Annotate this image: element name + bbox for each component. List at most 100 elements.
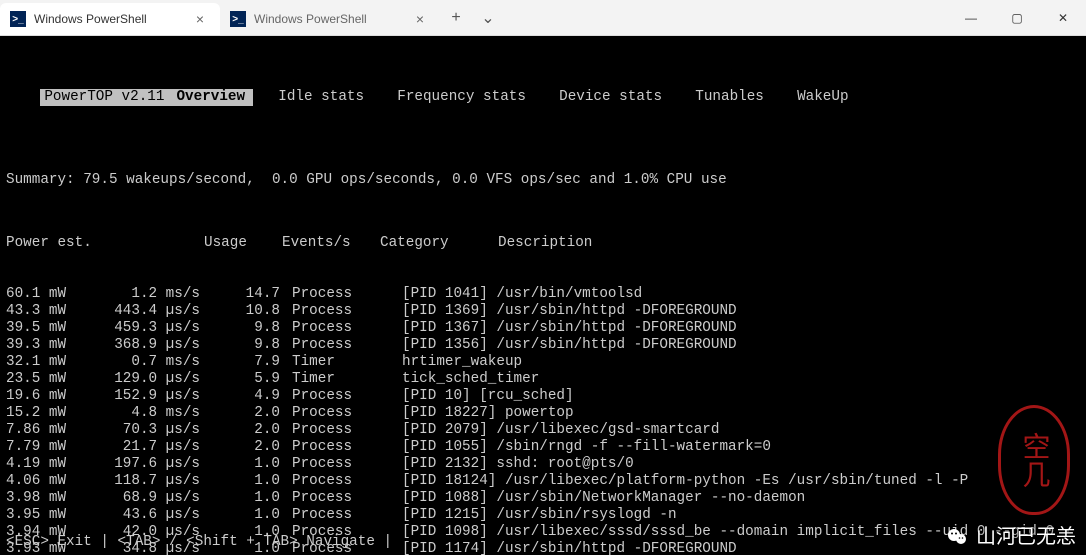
cell-description: [PID 18124] /usr/libexec/platform-python… xyxy=(398,473,1080,490)
cell-usage: 43.6 µs/s xyxy=(104,507,220,524)
cell-description: [PID 10] [rcu_sched] xyxy=(398,388,1080,405)
col-header-events: Events/s xyxy=(280,235,380,252)
menu-item-overview[interactable]: Overview xyxy=(168,89,253,106)
cell-category: Process xyxy=(280,320,398,337)
table-row: 15.2 mW4.8 ms/s2.0Process[PID 18227] pow… xyxy=(6,405,1080,422)
table-row: 4.19 mW197.6 µs/s1.0Process[PID 2132] ss… xyxy=(6,456,1080,473)
cell-category: Process xyxy=(280,456,398,473)
maximize-button[interactable]: ▢ xyxy=(994,0,1040,36)
table-row: 32.1 mW0.7 ms/s7.9Timerhrtimer_wakeup xyxy=(6,354,1080,371)
powershell-icon: >_ xyxy=(10,11,26,27)
cell-power: 43.3 mW xyxy=(6,303,104,320)
table-row: 60.1 mW1.2 ms/s14.7Process[PID 1041] /us… xyxy=(6,286,1080,303)
cell-description: tick_sched_timer xyxy=(398,371,1080,388)
cell-events: 7.9 xyxy=(220,354,280,371)
powershell-icon: >_ xyxy=(230,11,246,27)
footer-hint: <ESC> Exit | <TAB> / <Shift + TAB> Navig… xyxy=(6,534,392,551)
cell-power: 15.2 mW xyxy=(6,405,104,422)
cell-description: [PID 1088] /usr/sbin/NetworkManager --no… xyxy=(398,490,1080,507)
cell-description: [PID 1215] /usr/sbin/rsyslogd -n xyxy=(398,507,1080,524)
cell-power: 39.5 mW xyxy=(6,320,104,337)
window-controls: — ▢ ✕ xyxy=(948,0,1086,36)
cell-category: Process xyxy=(280,490,398,507)
table-row: 3.98 mW68.9 µs/s1.0Process[PID 1088] /us… xyxy=(6,490,1080,507)
table-row: 43.3 mW443.4 µs/s10.8Process[PID 1369] /… xyxy=(6,303,1080,320)
menu-item-tunables[interactable]: Tunables xyxy=(687,89,772,106)
menu-item-device-stats[interactable]: Device stats xyxy=(551,89,670,106)
cell-events: 1.0 xyxy=(220,473,280,490)
cell-usage: 129.0 µs/s xyxy=(104,371,220,388)
cell-description: [PID 1367] /usr/sbin/httpd -DFOREGROUND xyxy=(398,320,1080,337)
cell-description: [PID 1369] /usr/sbin/httpd -DFOREGROUND xyxy=(398,303,1080,320)
cell-usage: 70.3 µs/s xyxy=(104,422,220,439)
tab-close-icon[interactable]: × xyxy=(410,11,430,27)
cell-events: 2.0 xyxy=(220,405,280,422)
table-row: 3.95 mW43.6 µs/s1.0Process[PID 1215] /us… xyxy=(6,507,1080,524)
table-row: 39.3 mW368.9 µs/s9.8Process[PID 1356] /u… xyxy=(6,337,1080,354)
cell-power: 3.98 mW xyxy=(6,490,104,507)
cell-power: 3.95 mW xyxy=(6,507,104,524)
cell-power: 4.06 mW xyxy=(6,473,104,490)
cell-usage: 68.9 µs/s xyxy=(104,490,220,507)
cell-description: hrtimer_wakeup xyxy=(398,354,1080,371)
cell-events: 1.0 xyxy=(220,507,280,524)
tab-1[interactable]: >_Windows PowerShell× xyxy=(220,3,440,35)
cell-category: Process xyxy=(280,388,398,405)
wechat-icon xyxy=(946,525,970,549)
cell-power: 7.79 mW xyxy=(6,439,104,456)
cell-description: [PID 18227] powertop xyxy=(398,405,1080,422)
terminal-pane[interactable]: PowerTOP v2.11Overview Idle stats Freque… xyxy=(0,36,1086,555)
col-header-category: Category xyxy=(380,235,498,252)
new-tab-button[interactable]: + xyxy=(440,2,472,34)
powertop-version: PowerTOP v2.11 xyxy=(40,89,168,106)
cell-category: Timer xyxy=(280,371,398,388)
minimize-button[interactable]: — xyxy=(948,0,994,36)
cell-events: 5.9 xyxy=(220,371,280,388)
cell-description: [PID 2079] /usr/libexec/gsd-smartcard xyxy=(398,422,1080,439)
menu-item-idle-stats[interactable]: Idle stats xyxy=(270,89,372,106)
cell-description: [PID 2132] sshd: root@pts/0 xyxy=(398,456,1080,473)
cell-events: 4.9 xyxy=(220,388,280,405)
cell-power: 4.19 mW xyxy=(6,456,104,473)
cell-category: Process xyxy=(280,405,398,422)
cell-power: 23.5 mW xyxy=(6,371,104,388)
cell-description: [PID 1055] /sbin/rngd -f --fill-watermar… xyxy=(398,439,1080,456)
cell-events: 9.8 xyxy=(220,320,280,337)
table-row: 39.5 mW459.3 µs/s9.8Process[PID 1367] /u… xyxy=(6,320,1080,337)
table-row: 4.06 mW118.7 µs/s1.0Process[PID 18124] /… xyxy=(6,473,1080,490)
cell-power: 32.1 mW xyxy=(6,354,104,371)
cell-usage: 152.9 µs/s xyxy=(104,388,220,405)
cell-category: Process xyxy=(280,303,398,320)
tab-dropdown-button[interactable]: ⌄ xyxy=(472,2,504,34)
tab-0[interactable]: >_ Windows PowerShell × xyxy=(0,3,220,35)
watermark-label: 山河已无恙 xyxy=(976,529,1076,546)
cell-events: 2.0 xyxy=(220,439,280,456)
menu-item-wakeup[interactable]: WakeUp xyxy=(789,89,856,106)
cell-events: 9.8 xyxy=(220,337,280,354)
cell-events: 1.0 xyxy=(220,456,280,473)
cell-events: 10.8 xyxy=(220,303,280,320)
watermark-seal: 空几 xyxy=(998,405,1070,515)
table-header: Power est.UsageEvents/sCategoryDescripti… xyxy=(6,235,1080,252)
cell-power: 19.6 mW xyxy=(6,388,104,405)
close-button[interactable]: ✕ xyxy=(1040,0,1086,36)
cell-category: Process xyxy=(280,286,398,303)
powertop-menu-bar: PowerTOP v2.11Overview Idle stats Freque… xyxy=(6,72,1080,123)
cell-category: Timer xyxy=(280,354,398,371)
cell-usage: 4.8 ms/s xyxy=(104,405,220,422)
tab-label: Windows PowerShell xyxy=(34,12,147,26)
cell-power: 60.1 mW xyxy=(6,286,104,303)
summary-line: Summary: 79.5 wakeups/second, 0.0 GPU op… xyxy=(6,172,1080,189)
table-row: 19.6 mW152.9 µs/s4.9Process[PID 10] [rcu… xyxy=(6,388,1080,405)
table-row: 23.5 mW129.0 µs/s5.9Timertick_sched_time… xyxy=(6,371,1080,388)
cell-description: [PID 1356] /usr/sbin/httpd -DFOREGROUND xyxy=(398,337,1080,354)
tab-close-icon[interactable]: × xyxy=(190,11,210,27)
table-row: 7.86 mW70.3 µs/s2.0Process[PID 2079] /us… xyxy=(6,422,1080,439)
cell-usage: 21.7 µs/s xyxy=(104,439,220,456)
cell-usage: 197.6 µs/s xyxy=(104,456,220,473)
cell-category: Process xyxy=(280,337,398,354)
col-header-usage: Usage xyxy=(104,235,280,252)
cell-usage: 368.9 µs/s xyxy=(104,337,220,354)
tab-strip: >_Windows PowerShell×>_Windows PowerShel… xyxy=(0,0,440,35)
menu-item-frequency-stats[interactable]: Frequency stats xyxy=(389,89,534,106)
